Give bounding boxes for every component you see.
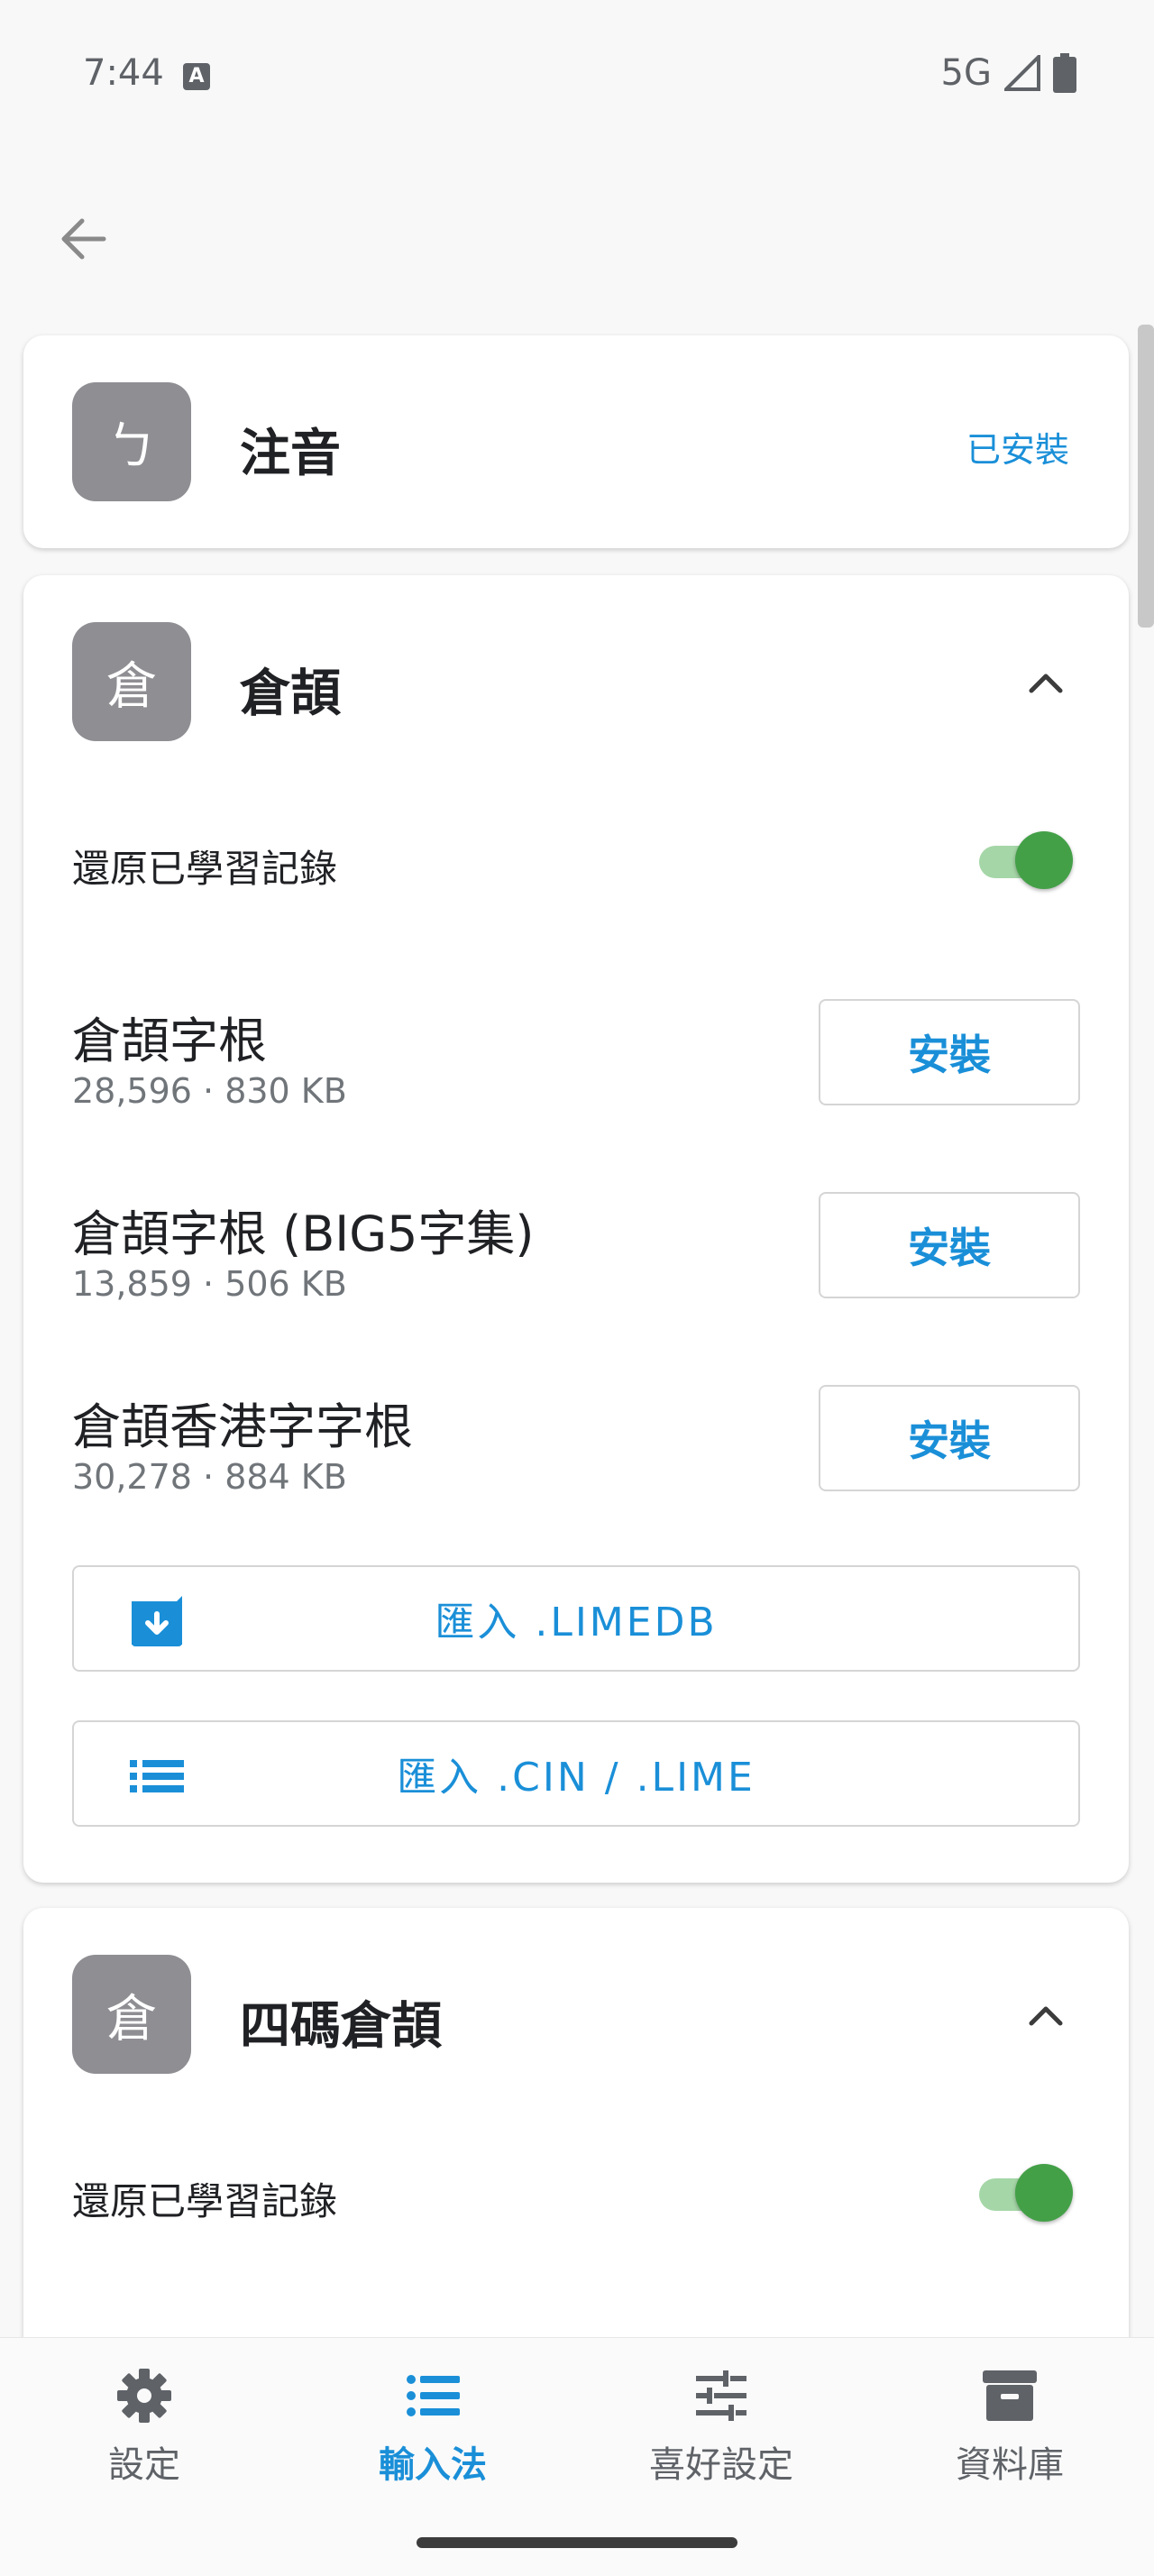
status-time: 7:44 xyxy=(83,52,164,94)
chevron-up-icon[interactable] xyxy=(1022,1991,1069,2038)
table-meta: 30,278 · 884 KB xyxy=(72,1457,347,1497)
install-button[interactable]: 安裝 xyxy=(819,1385,1080,1491)
input-method-card-zhuyin[interactable]: ㄅ 注音 已安裝 xyxy=(23,335,1129,548)
chevron-up-icon[interactable] xyxy=(1022,658,1069,705)
zhuyin-title: 注音 xyxy=(240,425,341,483)
table-meta: 13,859 · 506 KB xyxy=(72,1264,347,1304)
notification-icon: A xyxy=(183,63,210,90)
nav-preferences-label: 喜好設定 xyxy=(649,2444,793,2486)
battery-icon xyxy=(1053,53,1076,93)
home-indicator[interactable] xyxy=(417,2537,737,2548)
toggle-thumb xyxy=(1015,831,1073,889)
status-bar: 7:44 A 5G xyxy=(0,0,1154,153)
nav-settings[interactable]: 設定 xyxy=(0,2365,288,2491)
list-icon xyxy=(407,2375,460,2416)
nav-database[interactable]: 資料庫 xyxy=(866,2365,1154,2491)
nav-database-label: 資料庫 xyxy=(956,2444,1064,2486)
zhuyin-avatar: ㄅ xyxy=(72,382,191,501)
status-indicators: 5G xyxy=(941,52,1076,94)
nav-settings-label: 設定 xyxy=(108,2444,180,2486)
nav-input-methods[interactable]: 輸入法 xyxy=(288,2365,577,2491)
import-limedb-button[interactable]: 匯入 .LIMEDB xyxy=(72,1565,1080,1672)
restore-learning-toggle[interactable] xyxy=(974,831,1073,889)
signal-icon xyxy=(1004,55,1040,91)
archive-icon xyxy=(983,2370,1037,2421)
toggle-thumb xyxy=(1015,2164,1073,2222)
restore-learning-toggle[interactable] xyxy=(974,2164,1073,2222)
gear-icon xyxy=(117,2369,171,2423)
restore-learning-label: 還原已學習記錄 xyxy=(72,847,338,891)
arrow-left-icon xyxy=(61,218,106,260)
scrollbar[interactable] xyxy=(1138,325,1154,628)
import-cin-button[interactable]: 匯入 .CIN / .LIME xyxy=(72,1720,1080,1827)
cangjie4-title: 四碼倉頡 xyxy=(240,1997,442,2056)
cangjie-title: 倉頡 xyxy=(240,665,341,723)
install-button[interactable]: 安裝 xyxy=(819,1192,1080,1298)
cangjie-avatar: 倉 xyxy=(72,622,191,741)
cangjie4-avatar: 倉 xyxy=(72,1955,191,2074)
restore-learning-label: 還原已學習記錄 xyxy=(72,2179,338,2223)
table-name: 倉頡字根 xyxy=(72,1013,267,1069)
table-name: 倉頡香港字字根 xyxy=(72,1398,413,1455)
tune-icon xyxy=(696,2370,746,2421)
import-limedb-label: 匯入 .LIMEDB xyxy=(435,1600,718,1646)
back-button[interactable] xyxy=(52,207,115,270)
install-button[interactable]: 安裝 xyxy=(819,999,1080,1105)
table-meta: 28,596 · 830 KB xyxy=(72,1071,347,1111)
input-method-card-cangjie: 倉 倉頡 還原已學習記錄 倉頡字根 28,596 · 830 KB 安裝 倉頡字… xyxy=(23,575,1129,1883)
import-cin-label: 匯入 .CIN / .LIME xyxy=(397,1755,756,1801)
installed-status[interactable]: 已安裝 xyxy=(966,422,1069,472)
nav-input-methods-label: 輸入法 xyxy=(379,2444,487,2486)
network-label: 5G xyxy=(940,52,992,94)
table-name: 倉頡字根 (BIG5字集) xyxy=(72,1205,535,1262)
nav-preferences[interactable]: 喜好設定 xyxy=(577,2365,866,2491)
